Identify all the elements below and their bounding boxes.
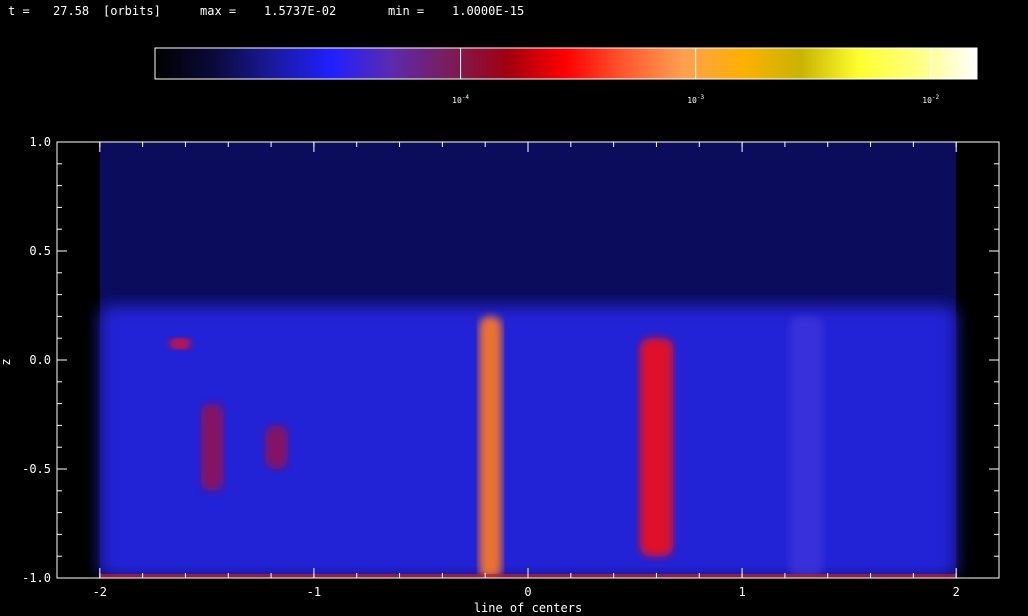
colorbar-bar <box>154 47 978 80</box>
y-tick-label: 0.5 <box>29 244 51 258</box>
y-tick-label: 0.0 <box>29 353 51 367</box>
x-tick-label: -2 <box>93 585 107 599</box>
heatmap-feature <box>479 316 502 578</box>
y-tick-label: -1.0 <box>22 571 51 585</box>
colorbar-tick-label: 10-3 <box>687 94 704 105</box>
y-tick-label: 1.0 <box>29 135 51 149</box>
heatmap-feature <box>639 338 674 557</box>
y-tick-label: -0.5 <box>22 462 51 476</box>
heatmap-plot: -2 -1 0 1 2 1.0 0.5 0.0 -0.5 -1.0 line of center… <box>0 135 1000 615</box>
y-axis-label: z <box>0 358 13 365</box>
colorbar: 10-4 10-3 10-2 <box>154 47 978 105</box>
x-tick-label: 0 <box>524 585 531 599</box>
x-tick-label: -1 <box>307 585 321 599</box>
heatmap-feature <box>200 403 224 491</box>
heatmap-feature <box>265 425 288 469</box>
colorbar-tick-label: 10-2 <box>922 94 939 105</box>
x-tick-label: 1 <box>738 585 745 599</box>
heatmap-layer <box>99 142 957 578</box>
heatmap-feature <box>168 338 192 350</box>
x-tick-label: 2 <box>953 585 960 599</box>
heatmap-feature <box>789 316 824 578</box>
heatmap-feature <box>99 305 957 578</box>
figure: 10-4 10-3 10-2 -2 -1 0 1 2 1.0 0.5 0.0 -0.5 -1.0 l… <box>0 47 1000 615</box>
x-axis-label: line of centers <box>474 601 582 615</box>
colorbar-tick-label: 10-4 <box>452 94 469 105</box>
